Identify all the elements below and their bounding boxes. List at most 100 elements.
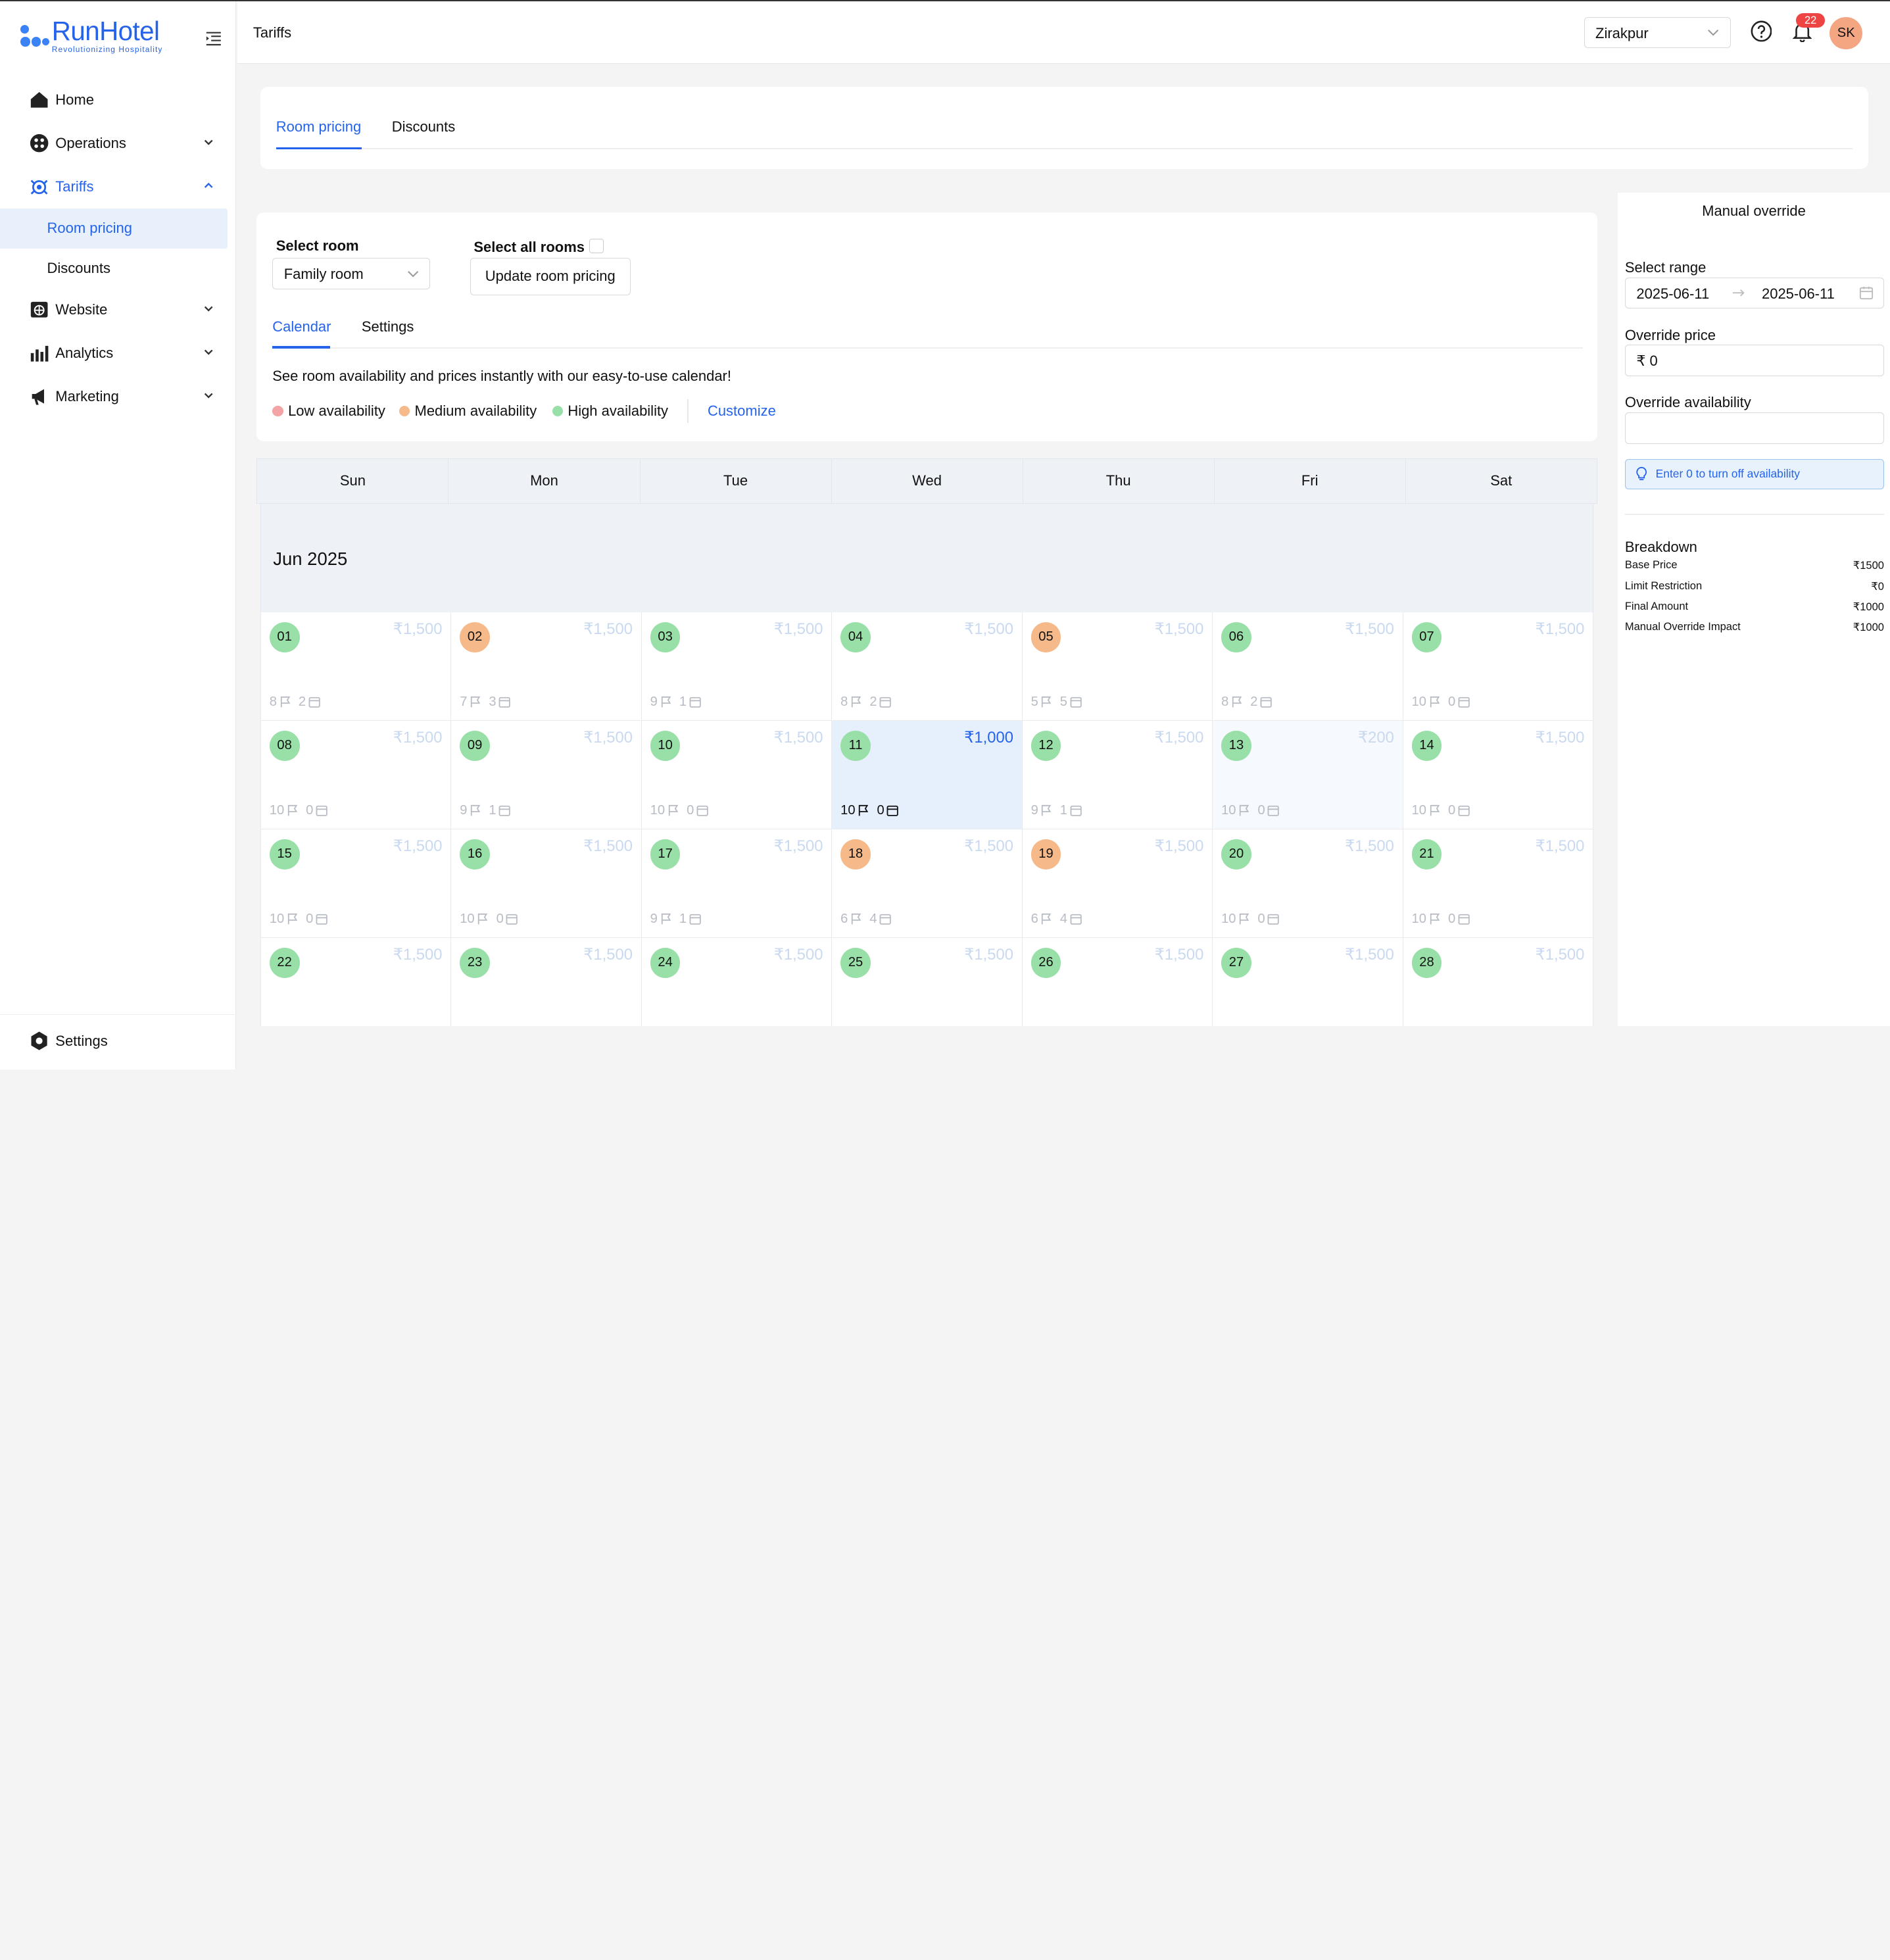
sidebar-item-marketing[interactable]: Marketing bbox=[0, 375, 236, 418]
customize-link[interactable]: Customize bbox=[708, 403, 776, 420]
sidebar-item-website[interactable]: Website bbox=[0, 288, 236, 331]
calendar-day-cell[interactable]: 03 ₹1,500 9 1 bbox=[641, 612, 833, 722]
collapse-menu-icon[interactable] bbox=[205, 30, 222, 47]
calendar-day-cell[interactable]: 15 ₹1,500 10 0 bbox=[260, 829, 452, 939]
day-price: ₹1,500 bbox=[1154, 729, 1204, 747]
calendar-day-cell[interactable]: 01 ₹1,500 8 2 bbox=[260, 612, 452, 722]
weekday-thu: Thu bbox=[1023, 458, 1215, 504]
calendar-icon bbox=[497, 804, 518, 816]
calendar-day-cell[interactable]: 23 ₹1,500 bbox=[451, 938, 642, 1026]
help-icon[interactable] bbox=[1751, 20, 1772, 42]
booked-count: 0 bbox=[306, 802, 314, 818]
tab-settings[interactable]: Settings bbox=[362, 318, 414, 335]
calendar-day-cell[interactable]: 08 ₹1,500 10 0 bbox=[260, 721, 452, 830]
sidebar-item-analytics[interactable]: Analytics bbox=[0, 331, 236, 375]
day-availability: 73 bbox=[460, 695, 518, 710]
breakdown-row: Limit Restriction ₹0 bbox=[1625, 580, 1884, 593]
calendar-day-cell[interactable]: 05 ₹1,500 5 5 bbox=[1022, 612, 1213, 722]
day-number: 03 bbox=[650, 622, 681, 652]
calendar-day-cell[interactable]: 28 ₹1,500 bbox=[1403, 938, 1594, 1026]
calendar-day-cell[interactable]: 14 ₹1,500 10 0 bbox=[1403, 721, 1594, 830]
calendar-day-cell[interactable]: 07 ₹1,500 10 0 bbox=[1403, 612, 1594, 722]
calendar-day-cell[interactable]: 27 ₹1,500 bbox=[1213, 938, 1403, 1026]
flag-icon bbox=[1236, 804, 1258, 816]
day-price: ₹1,500 bbox=[1535, 729, 1585, 747]
calendar-day-cell[interactable]: 20 ₹1,500 10 0 bbox=[1213, 829, 1403, 939]
brand-logo[interactable]: RunHotel Revolutionizing Hospitality bbox=[19, 18, 162, 53]
high-availability-dot bbox=[552, 405, 563, 417]
location-select[interactable]: Zirakpur bbox=[1584, 16, 1732, 49]
update-room-pricing-button[interactable]: Update room pricing bbox=[470, 258, 631, 296]
day-price: ₹1,500 bbox=[1154, 837, 1204, 856]
day-number: 09 bbox=[460, 730, 491, 761]
day-price: ₹1,500 bbox=[1154, 946, 1204, 964]
tab-discounts[interactable]: Discounts bbox=[392, 118, 456, 135]
available-count: 6 bbox=[840, 911, 848, 926]
range-end[interactable]: 2025-06-11 bbox=[1762, 285, 1835, 303]
day-price: ₹1,500 bbox=[393, 620, 443, 639]
tab-room-pricing[interactable]: Room pricing bbox=[276, 118, 362, 135]
sidebar-item-tariffs[interactable]: Tariffs bbox=[0, 165, 236, 208]
sidebar-item-home[interactable]: Home bbox=[0, 78, 236, 122]
flag-icon bbox=[1426, 696, 1448, 708]
tab-calendar[interactable]: Calendar bbox=[272, 318, 331, 335]
pricing-calendar: Sun Mon Tue Wed Thu Fri Sat Jun 2025 01 ₹1,500 8… bbox=[256, 458, 1597, 1026]
sidebar-item-room-pricing[interactable]: Room pricing bbox=[0, 208, 228, 249]
day-number: 28 bbox=[1411, 947, 1442, 978]
day-price: ₹1,500 bbox=[1535, 837, 1585, 856]
weekday-tue: Tue bbox=[641, 458, 832, 504]
flag-icon bbox=[284, 913, 306, 925]
calendar-day-cell[interactable]: 06 ₹1,500 8 2 bbox=[1213, 612, 1403, 722]
active-subtab-indicator bbox=[272, 346, 331, 349]
breakdown-value: ₹1000 bbox=[1853, 621, 1884, 633]
room-select-value: Family room bbox=[283, 266, 364, 283]
calendar-day-cell[interactable]: 24 ₹1,500 bbox=[641, 938, 833, 1026]
calendar-day-cell[interactable]: 13 ₹200 10 0 bbox=[1213, 721, 1403, 830]
sidebar-item-discounts[interactable]: Discounts bbox=[0, 249, 228, 288]
sidebar-item-settings[interactable]: Settings bbox=[29, 1031, 108, 1051]
available-count: 9 bbox=[650, 694, 658, 709]
calendar-day-cell[interactable]: 18 ₹1,500 6 4 bbox=[832, 829, 1023, 939]
override-availability-label: Override availability bbox=[1624, 394, 1751, 411]
calendar-day-cell[interactable]: 21 ₹1,500 10 0 bbox=[1403, 829, 1594, 939]
calendar-day-cell[interactable]: 22 ₹1,500 bbox=[260, 938, 452, 1026]
range-start[interactable]: 2025-06-11 bbox=[1636, 285, 1709, 303]
calendar-icon bbox=[1067, 913, 1089, 925]
calendar-day-cell[interactable]: 10 ₹1,500 10 0 bbox=[641, 721, 833, 830]
calendar-icon bbox=[1067, 696, 1089, 708]
globe-icon bbox=[29, 299, 49, 320]
calendar-day-cell[interactable]: 25 ₹1,500 bbox=[832, 938, 1023, 1026]
calendar-icon bbox=[1265, 913, 1287, 925]
day-number: 27 bbox=[1221, 947, 1251, 978]
calendar-day-cell[interactable]: 26 ₹1,500 bbox=[1022, 938, 1213, 1026]
legend-label: High availability bbox=[568, 403, 669, 420]
calendar-day-cell[interactable]: 19 ₹1,500 6 4 bbox=[1022, 829, 1213, 939]
override-availability-input[interactable] bbox=[1624, 412, 1884, 444]
calendar-day-cell[interactable]: 12 ₹1,500 9 1 bbox=[1022, 721, 1213, 830]
calendar-day-cell[interactable]: 04 ₹1,500 8 2 bbox=[832, 612, 1023, 722]
calendar-day-cell[interactable]: 17 ₹1,500 9 1 bbox=[641, 829, 833, 939]
calendar-day-cell[interactable]: 11 ₹1,000 10 0 bbox=[832, 721, 1023, 830]
calendar-day-cell[interactable]: 16 ₹1,500 10 0 bbox=[451, 829, 642, 939]
booked-count: 5 bbox=[1059, 694, 1068, 709]
available-count: 10 bbox=[269, 911, 285, 926]
override-price-input[interactable]: ₹ 0 bbox=[1624, 345, 1884, 376]
day-price: ₹1,500 bbox=[583, 946, 633, 964]
room-select[interactable]: Family room bbox=[272, 258, 431, 289]
calendar-day-cell[interactable]: 02 ₹1,500 7 3 bbox=[451, 612, 642, 722]
avatar[interactable]: SK bbox=[1829, 16, 1862, 50]
day-availability: 10 0 bbox=[270, 803, 335, 818]
day-number: 15 bbox=[269, 839, 300, 870]
booked-count: 0 bbox=[1447, 802, 1456, 818]
sidebar-item-label: Analytics bbox=[55, 345, 114, 362]
day-price: ₹1,500 bbox=[964, 837, 1013, 856]
date-range-picker[interactable]: 2025-06-11 2025-06-11 bbox=[1624, 277, 1884, 309]
day-number: 19 bbox=[1030, 839, 1061, 870]
calendar-day-cell[interactable]: 09 ₹1,500 9 1 bbox=[451, 721, 642, 830]
select-all-checkbox[interactable] bbox=[589, 238, 604, 253]
sidebar-item-operations[interactable]: Operations bbox=[0, 122, 236, 165]
breadcrumb: Tariffs bbox=[253, 24, 292, 41]
day-availability: 82 bbox=[1221, 695, 1279, 710]
location-value: Zirakpur bbox=[1595, 24, 1649, 41]
day-availability: 82 bbox=[270, 695, 327, 710]
